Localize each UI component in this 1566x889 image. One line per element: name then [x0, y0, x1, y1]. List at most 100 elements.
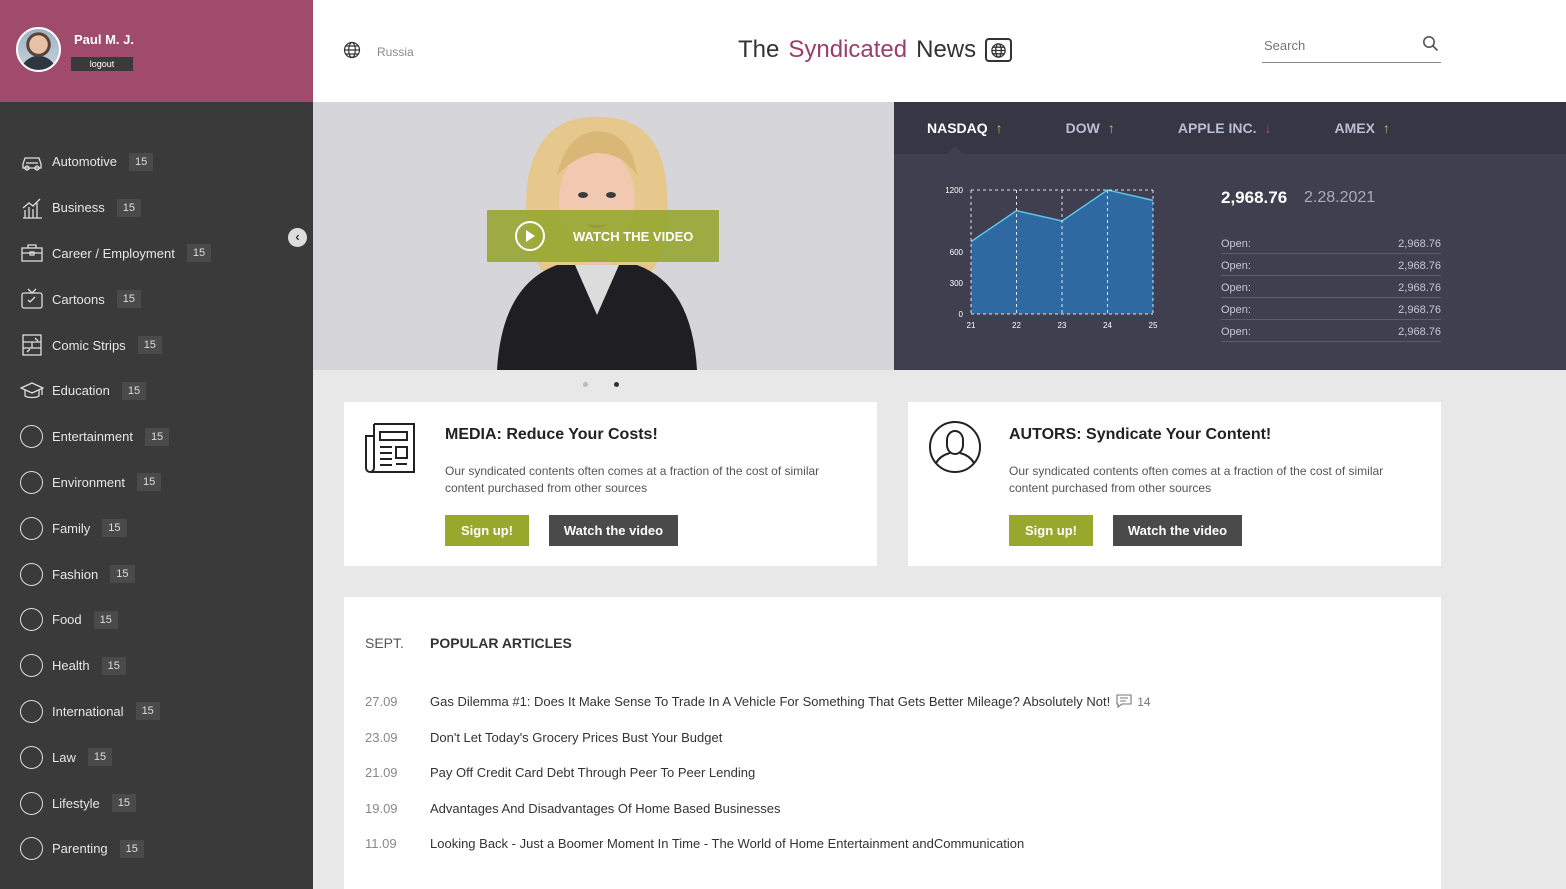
arrow-down-icon: ↓ [1264, 120, 1272, 136]
comment-number: 14 [1137, 694, 1151, 709]
stat-value: 2,968.76 [1398, 260, 1441, 272]
circle-icon [20, 470, 43, 494]
sidebar-item-label: Automotive [52, 154, 118, 170]
sidebar-item-label: Comic Strips [52, 337, 126, 353]
count-badge: 15 [116, 290, 141, 309]
avatar[interactable] [16, 27, 61, 72]
search-icon[interactable] [1422, 35, 1439, 57]
signup-button[interactable]: Sign up! [445, 515, 529, 546]
sidebar-item-business[interactable]: Business 15 [0, 185, 300, 231]
article-link[interactable]: Don't Let Today's Grocery Prices Bust Yo… [430, 730, 722, 745]
newspaper-icon [364, 420, 418, 481]
bar-chart-icon [20, 196, 44, 220]
watch-video-button[interactable]: Watch the video [549, 515, 678, 546]
circle-icon [20, 791, 43, 815]
graduation-cap-icon [20, 379, 44, 403]
sidebar-item-label: Food [52, 612, 82, 628]
sidebar-item-entertainment[interactable]: Entertainment 15 [0, 414, 300, 460]
y-tick-label: 0 [959, 310, 964, 319]
sidebar-item-health[interactable]: Health 15 [0, 643, 300, 689]
market-chart: 0 300 600 1200 21 22 23 24 25 [945, 186, 1158, 330]
count-badge: 15 [129, 152, 154, 171]
stat-row: Open: 2,968.76 [1221, 298, 1441, 320]
globe-icon[interactable] [343, 41, 361, 64]
article-link[interactable]: Advantages And Disadvantages Of Home Bas… [430, 801, 781, 816]
sidebar-item-law[interactable]: Law 15 [0, 734, 300, 780]
stat-label: Open: [1221, 238, 1251, 250]
comic-icon [20, 333, 44, 357]
stats-list: Open: 2,968.76 Open: 2,968.76 Open: 2,968.7… [1221, 232, 1441, 342]
circle-icon [20, 608, 43, 632]
sidebar-item-label: Business [52, 200, 105, 216]
article-row: 11.09 Looking Back - Just a Boomer Momen… [365, 836, 1024, 851]
watch-video-button[interactable]: WATCH THE VIDEO [487, 210, 719, 262]
sidebar-item-label: Lifestyle [52, 795, 100, 811]
sidebar-item-international[interactable]: International 15 [0, 689, 300, 735]
arrow-up-icon: ↑ [1382, 120, 1390, 136]
sidebar-item-lifestyle[interactable]: Lifestyle 15 [0, 780, 300, 826]
tab-dow[interactable]: DOW ↑ [1066, 120, 1115, 136]
article-row: 27.09 Gas Dilemma #1: Does It Make Sense… [365, 694, 1151, 709]
authors-card: AUTORS: Syndicate Your Content! Our synd… [908, 402, 1441, 566]
article-row: 21.09 Pay Off Credit Card Debt Through P… [365, 765, 755, 780]
sidebar-item-label: Fashion [52, 566, 99, 582]
article-link[interactable]: Looking Back - Just a Boomer Moment In T… [430, 836, 1024, 851]
article-link[interactable]: Gas Dilemma #1: Does It Make Sense To Tr… [430, 694, 1110, 709]
stat-row: Open: 2,968.76 [1221, 320, 1441, 342]
article-date: 23.09 [365, 730, 398, 745]
carousel-dot-active[interactable] [614, 382, 619, 387]
signup-button[interactable]: Sign up! [1009, 515, 1093, 546]
logo-the: The [738, 36, 780, 63]
search-box [1262, 30, 1441, 63]
article-date: 27.09 [365, 694, 398, 709]
card-title: MEDIA: Reduce Your Costs! [445, 426, 658, 443]
arrow-up-icon: ↑ [1107, 120, 1115, 136]
header: Russia The Syndicated News [313, 0, 1566, 102]
sidebar-item-education[interactable]: Education 15 [0, 368, 300, 414]
stat-value: 2,968.76 [1398, 304, 1441, 316]
sidebar-item-automotive[interactable]: Automotive 15 [0, 139, 300, 185]
search-input[interactable] [1262, 30, 1412, 60]
sidebar-item-label: Parenting [52, 841, 108, 857]
stat-label: Open: [1221, 282, 1251, 294]
sidebar-item-comic-strips[interactable]: Comic Strips 15 [0, 322, 300, 368]
tab-apple[interactable]: APPLE INC. ↓ [1178, 120, 1272, 136]
tv-icon [20, 287, 44, 311]
carousel-dot[interactable] [583, 382, 588, 387]
circle-icon [20, 745, 43, 769]
sidebar-item-fashion[interactable]: Fashion 15 [0, 551, 300, 597]
sidebar-item-career[interactable]: Career / Employment 15 [0, 231, 300, 277]
article-link[interactable]: Pay Off Credit Card Debt Through Peer To… [430, 765, 755, 780]
sidebar-item-label: International [52, 703, 124, 719]
sidebar-item-label: Education [52, 383, 110, 399]
count-badge: 15 [119, 839, 144, 858]
tab-label: APPLE INC. [1177, 120, 1257, 136]
sidebar-item-food[interactable]: Food 15 [0, 597, 300, 643]
count-badge: 15 [110, 565, 135, 584]
count-badge: 15 [87, 748, 113, 767]
count-badge: 15 [144, 427, 170, 446]
sidebar-item-label: Health [52, 658, 90, 674]
tab-nasdaq[interactable]: NASDAQ ↑ [927, 120, 1003, 136]
comment-count[interactable]: 14 [1116, 694, 1151, 709]
tab-amex[interactable]: AMEX ↑ [1334, 120, 1389, 136]
count-badge: 15 [93, 610, 118, 629]
sidebar-item-label: Family [52, 520, 91, 536]
logout-button[interactable]: logout [71, 57, 133, 71]
sidebar-item-label: Entertainment [52, 429, 133, 445]
sidebar-item-environment[interactable]: Environment 15 [0, 460, 300, 506]
sidebar-item-cartoons[interactable]: Cartoons 15 [0, 276, 300, 322]
sidebar-item-family[interactable]: Family 15 [0, 505, 300, 551]
market-tabs: NASDAQ ↑ DOW ↑ APPLE INC. ↓ AMEX ↑ [894, 102, 1566, 155]
article-row: 23.09 Don't Let Today's Grocery Prices B… [365, 730, 722, 745]
logo-syndicated: Syndicated [788, 36, 908, 63]
stat-row: Open: 2,968.76 [1221, 232, 1441, 254]
watch-video-button[interactable]: Watch the video [1113, 515, 1242, 546]
sidebar-item-parenting[interactable]: Parenting 15 [0, 826, 300, 872]
region-selector[interactable]: Russia [377, 45, 414, 59]
popular-articles: SEPT. POPULAR ARTICLES 27.09 Gas Dilemma… [344, 597, 1441, 889]
media-card: MEDIA: Reduce Your Costs! Our syndicated… [344, 402, 877, 566]
stat-row: Open: 2,968.76 [1221, 276, 1441, 298]
circle-icon [20, 654, 43, 678]
site-logo[interactable]: The Syndicated News [738, 36, 1013, 64]
